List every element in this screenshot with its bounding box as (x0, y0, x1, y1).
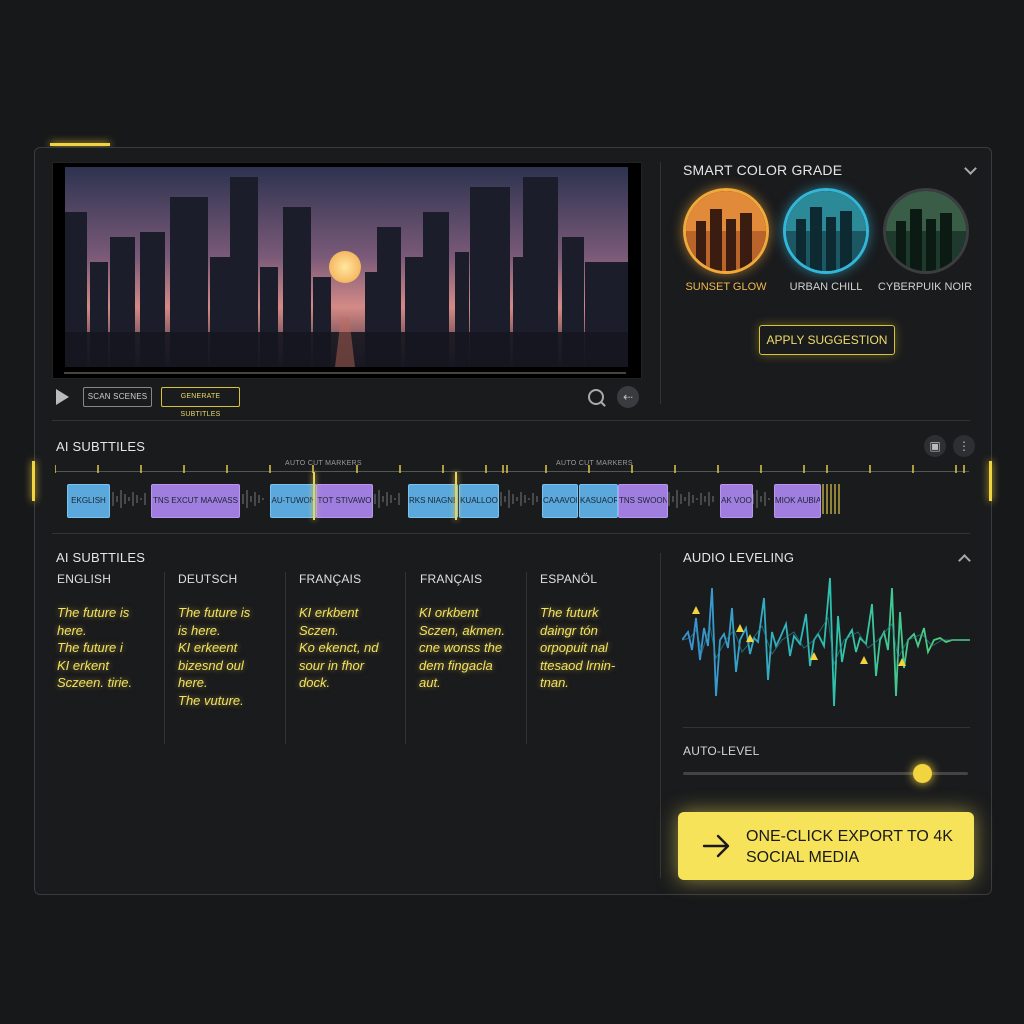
section-divider (52, 533, 970, 534)
active-tab-indicator (50, 143, 110, 146)
timeline-left-handle[interactable] (32, 461, 35, 501)
panel-divider (660, 162, 661, 404)
timeline-clip[interactable]: AK VOO (720, 484, 753, 518)
panel-divider (660, 553, 661, 878)
play-button[interactable] (56, 389, 69, 405)
subtitle-text-francais-2[interactable]: KI orkbent Sczen, akmen. cne wonss the d… (419, 604, 529, 692)
preset-urban-chill[interactable] (783, 188, 869, 274)
timeline-clip[interactable]: AU-TUWON (270, 484, 317, 518)
preset-cyberpunk-noir[interactable] (883, 188, 969, 274)
timeline-clip[interactable]: KUALLOO (459, 484, 499, 518)
pin-icon[interactable]: ⇠ (617, 386, 639, 408)
subtitle-text-english[interactable]: The future is here. The future i KI erke… (57, 604, 167, 692)
playhead[interactable] (313, 472, 315, 520)
subtitle-text-deutsch[interactable]: The future is is here. KI erkeent bizesn… (178, 604, 288, 709)
arrow-right-icon (702, 834, 730, 858)
lang-header-francais: FRANÇAIS (299, 572, 362, 586)
one-click-export-button[interactable]: ONE-CLICK EXPORT TO 4K SOCIAL MEDIA (678, 812, 974, 880)
preset-label: SUNSET GLOW (685, 281, 767, 293)
timeline-right-handle[interactable] (989, 461, 992, 501)
search-icon[interactable] (588, 389, 604, 405)
lang-header-deutsch: DEUTSCH (178, 572, 238, 586)
preset-label: CYBERPUIK NOIR (877, 281, 973, 293)
timeline-clip[interactable]: TNS EXCUT MAAVASS (151, 484, 240, 518)
lang-header-francais-2: FRANÇAIS (420, 572, 483, 586)
auto-level-label: AUTO-LEVEL (683, 744, 760, 758)
lang-header-espanol: ESPANÖL (540, 572, 598, 586)
lock-icon[interactable]: ▣ (924, 435, 946, 457)
timeline-clip[interactable]: TOT STIVAWO (316, 484, 373, 518)
city-sunset-frame (65, 167, 628, 367)
audio-waveform (682, 577, 970, 707)
video-preview[interactable] (52, 162, 642, 379)
export-button-label: ONE-CLICK EXPORT TO 4K SOCIAL MEDIA (746, 828, 953, 866)
subtitle-text-espanol[interactable]: The futurk daingr tón orpopuit nal ttesa… (540, 604, 650, 692)
generate-subtitles-button[interactable]: GENERATE SUBTITLES (161, 387, 240, 418)
timeline-clip[interactable]: MIOK AUBIA (774, 484, 821, 518)
playhead-secondary[interactable] (455, 472, 457, 520)
audio-leveling-title: AUDIO LEVELING (683, 550, 795, 565)
subtitle-text-francais[interactable]: KI erkbent Sczen. Ko ekenct, nd sour in … (299, 604, 409, 692)
lang-header-english: ENGLISH (57, 572, 112, 586)
timeline-clip[interactable]: CAAAVON (542, 484, 578, 518)
preview-scrubber[interactable] (64, 372, 626, 374)
cyberpunk-noir-thumb (886, 191, 966, 271)
scan-scenes-button[interactable]: SCAN SCENES (83, 387, 152, 407)
timeline-title: AI SUBTTILES (56, 439, 146, 454)
urban-chill-thumb (786, 191, 866, 271)
auto-level-slider-knob[interactable] (912, 764, 932, 783)
preset-label: URBAN CHILL (789, 281, 863, 293)
subtitles-title: AI SUBTTILES (56, 550, 146, 565)
timeline-clip[interactable]: EKGLISH (67, 484, 110, 518)
section-divider (52, 420, 970, 421)
timeline-clip[interactable]: RKS NIAGNE (408, 484, 458, 518)
sunset-glow-thumb (686, 191, 766, 271)
color-grade-title: SMART COLOR GRADE (683, 162, 843, 178)
apply-suggestion-button[interactable]: APPLY SUGGESTION (759, 325, 895, 355)
section-divider (683, 727, 970, 728)
more-options-icon[interactable]: ⋮ (953, 435, 975, 457)
timeline-clip[interactable]: TNS SWOON (618, 484, 668, 518)
timeline-clip[interactable]: KASUAOR (579, 484, 618, 518)
preset-sunset-glow[interactable] (683, 188, 769, 274)
